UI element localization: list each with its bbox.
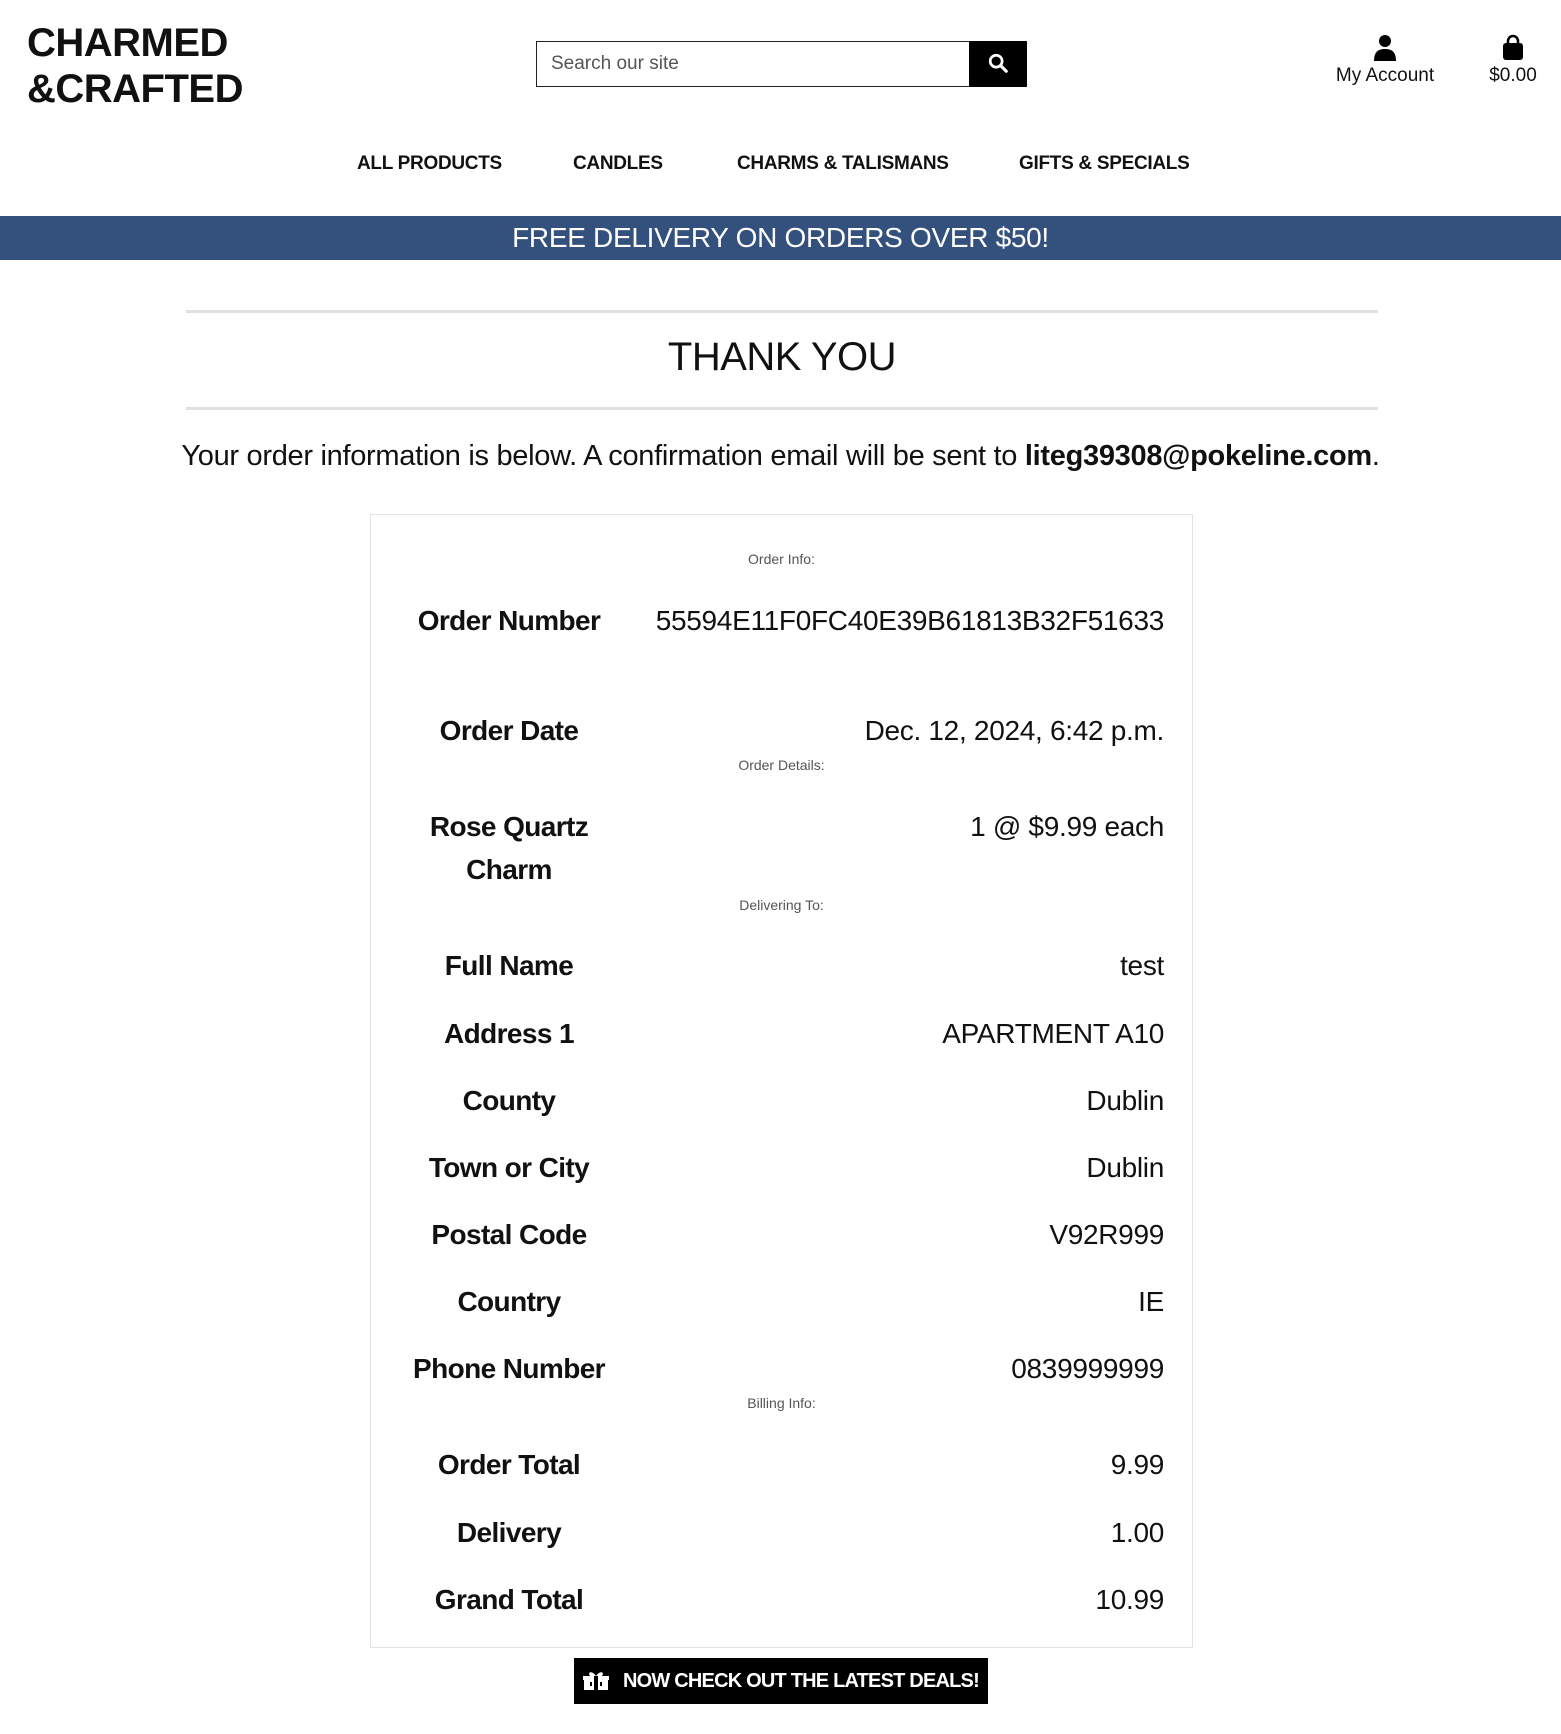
order-intro: Your order information is below. A confi… bbox=[0, 438, 1561, 474]
gift-icon bbox=[583, 1671, 610, 1691]
order-number-label: Order Number bbox=[417, 605, 601, 636]
postal-code-value: V92R999 bbox=[1049, 1219, 1164, 1250]
section-order-info: Order Info: bbox=[748, 551, 815, 567]
town-label: Town or City bbox=[428, 1152, 590, 1183]
phone-label: Phone Number bbox=[413, 1353, 606, 1384]
country-label: Country bbox=[457, 1286, 561, 1317]
address-1-value: APARTMENT A10 bbox=[942, 1018, 1164, 1049]
item-name: Rose Quartz Charm bbox=[429, 811, 589, 885]
logo-line-1: CHARMED bbox=[27, 21, 228, 65]
address-1-label: Address 1 bbox=[444, 1018, 575, 1049]
shopping-bag-icon bbox=[1475, 34, 1551, 62]
item-qty-price: 1 @ $9.99 each bbox=[970, 811, 1164, 842]
my-account-label: My Account bbox=[1335, 65, 1435, 86]
order-total-value: 9.99 bbox=[1110, 1449, 1165, 1480]
cart-total: $0.00 bbox=[1489, 65, 1537, 86]
promo-banner: FREE DELIVERY ON ORDERS OVER $50! bbox=[0, 216, 1561, 260]
order-total-label: Order Total bbox=[437, 1449, 581, 1480]
logo-line-2: &CRAFTED bbox=[27, 67, 243, 111]
my-account-link[interactable]: My Account bbox=[1320, 34, 1450, 87]
section-delivering-to: Delivering To: bbox=[739, 897, 824, 913]
delivery-value: 1.00 bbox=[1110, 1517, 1165, 1548]
town-value: Dublin bbox=[1086, 1152, 1164, 1183]
order-date-label: Order Date bbox=[439, 715, 579, 746]
search-bar bbox=[536, 41, 1027, 87]
divider-top bbox=[186, 310, 1378, 313]
order-summary-card: Order Info: Order Number 55594E11F0FC40E… bbox=[370, 514, 1193, 1648]
search-button[interactable] bbox=[969, 41, 1027, 87]
phone-value: 0839999999 bbox=[1011, 1353, 1164, 1384]
nav-candles[interactable]: CANDLES bbox=[573, 153, 663, 175]
nav-all-products[interactable]: ALL PRODUCTS bbox=[357, 153, 502, 175]
order-date-value: Dec. 12, 2024, 6:42 p.m. bbox=[864, 715, 1165, 746]
order-number-value: 55594E11F0FC40E39B61813B32F51633 bbox=[655, 605, 1165, 636]
section-billing-info: Billing Info: bbox=[747, 1395, 816, 1411]
postal-code-label: Postal Code bbox=[431, 1219, 587, 1250]
county-label: County bbox=[462, 1085, 556, 1116]
full-name-value: test bbox=[1120, 950, 1164, 981]
cart-link[interactable]: $0.00 bbox=[1475, 34, 1551, 87]
intro-text: Your order information is below. A confi… bbox=[181, 440, 1025, 472]
divider-bottom bbox=[186, 407, 1378, 410]
user-icon bbox=[1320, 34, 1450, 62]
main-nav: ALL PRODUCTS CANDLES CHARMS & TALISMANS … bbox=[0, 153, 1561, 183]
delivery-label: Delivery bbox=[456, 1517, 562, 1548]
grand-total-label: Grand Total bbox=[434, 1584, 584, 1615]
full-name-label: Full Name bbox=[444, 950, 574, 981]
nav-charms-talismans[interactable]: CHARMS & TALISMANS bbox=[737, 153, 949, 175]
intro-end: . bbox=[1371, 440, 1380, 472]
country-value: IE bbox=[1138, 1286, 1164, 1317]
customer-email: liteg39308@pokeline.com bbox=[1024, 440, 1372, 472]
latest-deals-button[interactable]: NOW CHECK OUT THE LATEST DEALS! bbox=[574, 1658, 988, 1704]
search-input[interactable] bbox=[536, 41, 969, 87]
page-title: THANK YOU bbox=[667, 335, 897, 379]
latest-deals-label: NOW CHECK OUT THE LATEST DEALS! bbox=[623, 1669, 980, 1692]
grand-total-value: 10.99 bbox=[1095, 1584, 1164, 1615]
county-value: Dublin bbox=[1086, 1085, 1164, 1116]
site-logo[interactable]: CHARMED &CRAFTED bbox=[27, 20, 243, 112]
section-order-details: Order Details: bbox=[738, 757, 825, 773]
search-icon bbox=[987, 52, 1009, 77]
nav-gifts-specials[interactable]: GIFTS & SPECIALS bbox=[1019, 153, 1190, 175]
